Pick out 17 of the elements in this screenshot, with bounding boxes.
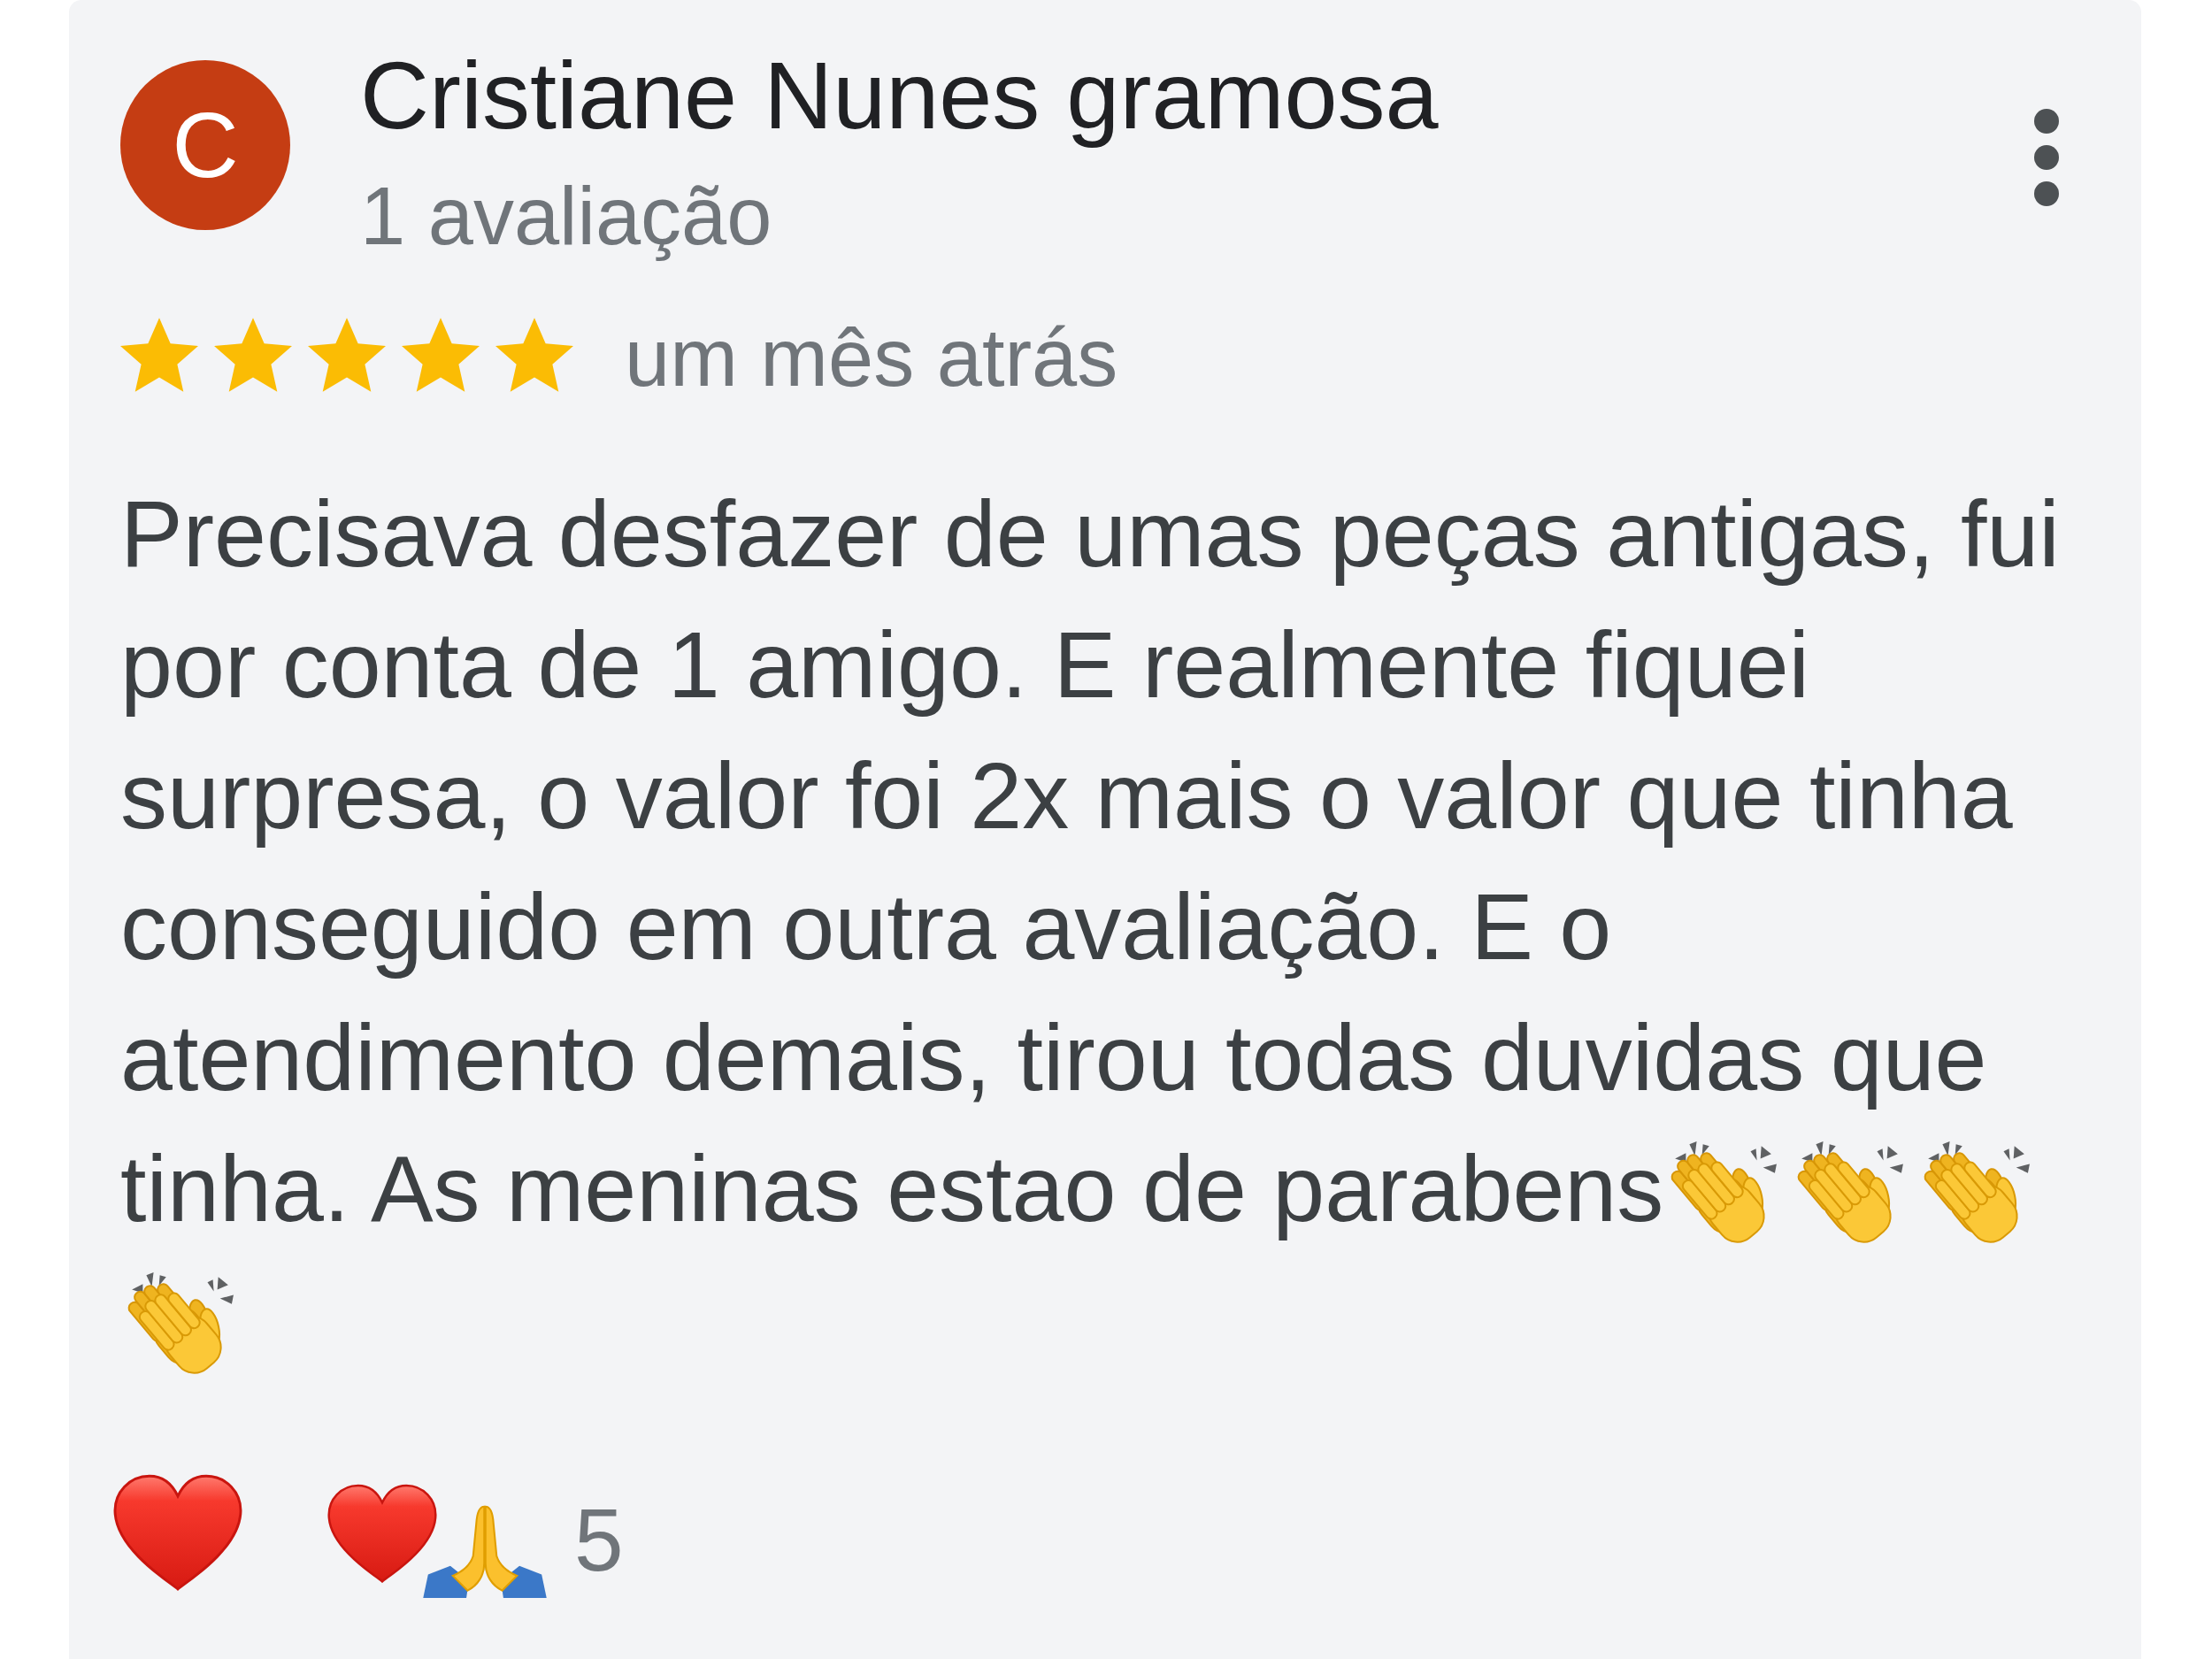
- star-icon: [495, 318, 573, 392]
- star-icon: [120, 318, 198, 392]
- review-text: Precisava desfazer de umas peças antigas, fui por conta de 1 amigo. E realmente fiquei surpresa, o valor foi 2x mais o valor que tinha conseguido em outra avaliação. E o atendimento demais, tirou todas duvidas que tinha. As meninas estao de parabens: [120, 481, 2060, 1371]
- star-icon: [402, 318, 480, 392]
- more-options-button[interactable]: [2034, 109, 2059, 206]
- star-icon: [214, 318, 292, 392]
- heart-icon: [113, 1474, 242, 1592]
- reactions-summary[interactable]: 5: [327, 1474, 624, 1598]
- review-count: 1 avaliação: [360, 170, 772, 263]
- react-button[interactable]: [113, 1474, 242, 1592]
- star-icon: [308, 318, 386, 392]
- more-options-icon: [2034, 109, 2059, 206]
- avatar: C: [120, 60, 290, 230]
- praying-hands-icon: [423, 1504, 547, 1598]
- review-date: um mês atrás: [625, 311, 1118, 404]
- heart-icon: [327, 1484, 437, 1584]
- reviewer-name[interactable]: Cristiane Nunes gramosa: [360, 41, 1439, 150]
